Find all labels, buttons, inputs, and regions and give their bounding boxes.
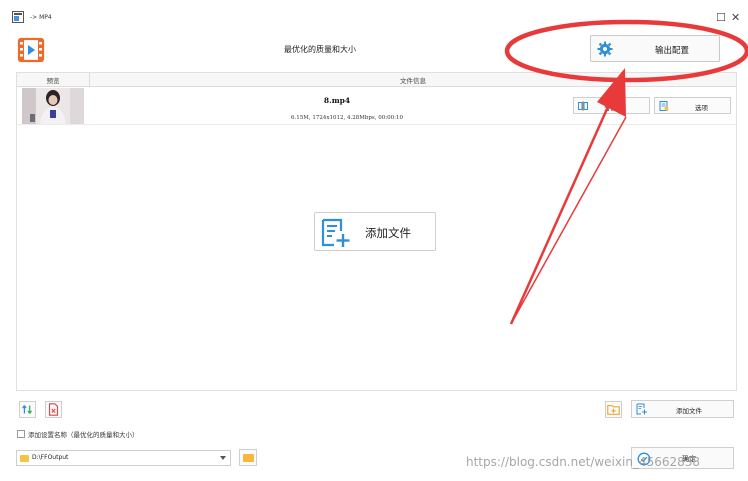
sort-button[interactable] [19, 401, 36, 418]
restore-button[interactable]: ☐ [716, 12, 726, 23]
options-icon [659, 101, 669, 111]
split-label: 分割 [604, 104, 617, 112]
output-config-label: 输出配置 [655, 46, 690, 56]
remove-file-button[interactable] [45, 401, 62, 418]
file-name: 8.mp4 [323, 96, 351, 105]
quality-title: 最优化的质量和大小 [284, 45, 356, 54]
save-setting-checkbox[interactable] [17, 430, 25, 438]
add-file-button[interactable]: 添加文件 [631, 400, 734, 418]
video-format-icon [17, 37, 45, 63]
output-config-button[interactable]: 输出配置 [590, 35, 720, 62]
file-list-header: 预览 文件信息 [17, 73, 736, 87]
close-button[interactable]: ✕ [731, 12, 740, 23]
open-folder-icon [243, 454, 254, 462]
add-file-label: 添加文件 [676, 407, 702, 415]
add-file-center-button[interactable]: 添加文件 [314, 212, 436, 251]
video-thumbnail [22, 88, 84, 124]
column-file-info: 文件信息 [400, 77, 426, 85]
add-file-center-label: 添加文件 [365, 226, 411, 240]
column-preview: 预览 [46, 77, 60, 85]
sort-icon [22, 405, 32, 414]
browse-folder-button[interactable] [239, 449, 257, 466]
folder-icon [20, 455, 29, 462]
gear-icon [597, 41, 613, 57]
split-button[interactable]: 分割 [573, 97, 650, 114]
window-title: -> MP4 [30, 14, 52, 21]
chevron-down-icon [220, 456, 226, 460]
output-path-value: D:\FFOutput [32, 454, 69, 461]
title-bar: -> MP4 ☐ ✕ [0, 0, 748, 30]
file-row[interactable]: 8.mp4 6.15M, 1724x1012, 4.28Mbps, 00:00:… [17, 88, 736, 125]
app-icon [12, 11, 24, 23]
add-file-icon [321, 218, 350, 247]
add-file-small-icon [636, 403, 647, 415]
options-button[interactable]: 选项 [654, 97, 731, 114]
remove-file-icon [48, 403, 59, 416]
options-label: 选项 [695, 104, 708, 112]
watermark: https://blog.csdn.net/weixin_45662838 [466, 455, 701, 469]
save-setting-label: 添加设置名称（最优化的质量和大小） [28, 431, 139, 439]
split-icon [578, 101, 588, 111]
add-folder-icon [607, 404, 620, 415]
file-meta: 6.15M, 1724x1012, 4.28Mbps, 00:00:10 [291, 115, 403, 121]
output-path-select[interactable]: D:\FFOutput [16, 450, 231, 466]
add-folder-button[interactable] [605, 401, 622, 418]
